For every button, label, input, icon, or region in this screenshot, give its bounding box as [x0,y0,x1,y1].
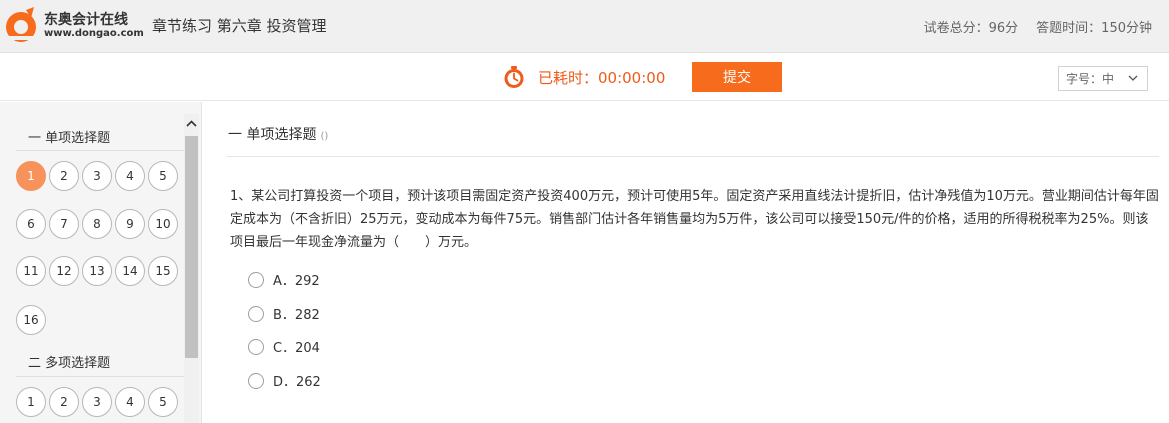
question-number-button[interactable]: 7 [49,209,79,239]
elapsed-timer: 已耗时：00:00:00 [503,65,665,89]
section-heading: 一 单项选择题() [228,124,328,144]
answer-option-d[interactable]: D．262 [248,371,321,390]
question-number-button[interactable]: 15 [148,256,178,286]
question-number-button[interactable]: 2 [49,387,79,417]
logo-url: www.dongao.com [44,28,144,39]
logo[interactable]: 东奥会计在线 www.dongao.com [4,6,144,44]
option-label: C．204 [273,341,320,356]
question-number-button[interactable]: 9 [115,209,145,239]
total-score: 试卷总分：96分 [923,21,1019,36]
option-label: A．292 [273,274,320,289]
question-number-button[interactable]: 6 [16,209,46,239]
option-label: B．282 [273,308,320,323]
question-number-button[interactable]: 16 [16,305,46,335]
radio-button[interactable] [248,372,264,389]
nav-divider [16,150,184,151]
nav-section-title-multiple: 二 多项选择题 [28,356,111,371]
scroll-up-icon[interactable] [184,117,199,131]
stopwatch-icon [504,66,524,88]
time-limit: 答题时间：150分钟 [1036,21,1152,36]
radio-button[interactable] [248,305,264,322]
question-number-button[interactable]: 3 [82,161,112,191]
dongao-logo-icon [6,7,36,42]
question-number-button[interactable]: 8 [82,209,112,239]
question-number-button[interactable]: 1 [16,161,46,191]
section-title: 一 单项选择题 [228,127,317,143]
question-number-button[interactable]: 2 [49,161,79,191]
scrollbar-thumb[interactable] [185,136,198,358]
submit-button[interactable]: 提交 [692,62,782,92]
question-number-button[interactable]: 14 [115,256,145,286]
question-number-button[interactable]: 5 [148,161,178,191]
option-label: D．262 [273,375,321,390]
font-size-label: 字号：中 [1066,72,1115,86]
question-number-button[interactable]: 12 [49,256,79,286]
exam-toolbar: 已耗时：00:00:00 提交 字号：中 [0,53,1169,101]
font-size-select[interactable]: 字号：中 [1058,66,1148,91]
nav-section-title-single: 一 单项选择题 [28,131,111,146]
section-score: () [320,131,329,142]
timer-label: 已耗时：00:00:00 [538,68,666,87]
answer-option-c[interactable]: C．204 [248,337,320,356]
question-number-button[interactable]: 11 [16,256,46,286]
exam-meta: 试卷总分：96分 答题时间：150分钟 [924,17,1152,36]
question-number-button[interactable]: 1 [16,387,46,417]
question-number-button[interactable]: 10 [148,209,178,239]
app-header: 东奥会计在线 www.dongao.com 章节练习 第六章 投资管理 试卷总分… [0,0,1169,53]
question-number-button[interactable]: 5 [148,387,178,417]
logo-text: 东奥会计在线 [44,12,128,28]
question-number-button[interactable]: 13 [82,256,112,286]
answer-option-a[interactable]: A．292 [248,270,320,289]
sidebar-scrollbar[interactable] [184,114,199,423]
question-number-button[interactable]: 3 [82,387,112,417]
question-text: 1、某公司打算投资一个项目，预计该项目需固定资产投资400万元，预计可使用5年。… [230,189,1159,250]
question-number-button[interactable]: 4 [115,161,145,191]
section-divider [226,156,1159,157]
question-panel: 一 单项选择题() 1、某公司打算投资一个项目，预计该项目需固定资产投资400万… [203,102,1169,423]
radio-button[interactable] [248,271,264,288]
chevron-down-icon [1128,75,1138,81]
page-title: 章节练习 第六章 投资管理 [152,17,327,35]
question-navigator: 一 单项选择题 1 2 3 4 5 6 7 8 9 10 11 12 13 14… [0,102,202,423]
question-number-button[interactable]: 4 [115,387,145,417]
radio-button[interactable] [248,338,264,355]
answer-option-b[interactable]: B．282 [248,304,320,323]
nav-divider [16,376,184,377]
